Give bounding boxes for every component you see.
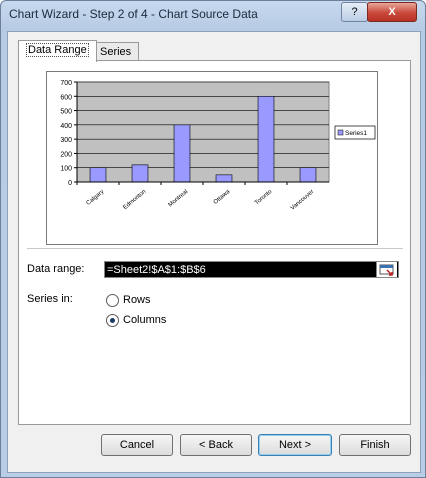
data-range-label: Data range:	[27, 263, 85, 275]
separator	[27, 248, 403, 249]
chart-svg: 0 100 200 300 400 500 600 700 Calgary Edmonton Mon…	[60, 80, 376, 212]
y-tick-label: 400	[60, 123, 72, 130]
collapse-dialog-button[interactable]	[376, 262, 397, 277]
rows-label[interactable]: Rows	[123, 294, 151, 306]
collapse-dialog-icon	[379, 264, 394, 276]
x-tick-label: Calgary	[86, 189, 106, 207]
tab-series-label: Series	[100, 46, 132, 58]
data-range-panel: 0 100 200 300 400 500 600 700 Calgary Edmonton Mon…	[18, 60, 411, 425]
back-button[interactable]: < Back	[180, 434, 252, 456]
tab-data-range-label: Data Range	[26, 43, 89, 57]
plot-area	[76, 81, 330, 183]
y-tick-label: 300	[60, 137, 72, 144]
bar	[299, 167, 317, 183]
bar	[131, 164, 149, 183]
tab-series[interactable]: Series	[92, 42, 140, 61]
x-tick-label: Edmonton	[122, 189, 147, 211]
columns-label[interactable]: Columns	[123, 314, 166, 326]
y-tick-label: 700	[60, 80, 72, 87]
series-in-label: Series in:	[27, 293, 73, 305]
x-tick-label: Montreal	[168, 189, 190, 209]
close-button[interactable]: X	[367, 2, 417, 22]
tab-data-range[interactable]: Data Range	[18, 40, 97, 62]
legend-label: Series1	[345, 130, 367, 137]
y-tick-label: 100	[60, 166, 72, 173]
y-tick-label: 500	[60, 109, 72, 116]
cancel-button[interactable]: Cancel	[101, 434, 173, 456]
data-range-field[interactable]	[104, 261, 399, 278]
bar	[257, 95, 275, 183]
chart-preview: 0 100 200 300 400 500 600 700 Calgary Edmonton Mon…	[46, 71, 378, 245]
dialog-body: Data Range Series 0 100 200 300 400 500 600 700…	[7, 31, 421, 473]
x-tick-label: Ottawa	[213, 189, 232, 206]
x-tick-label: Vancouver	[290, 189, 315, 212]
bar	[215, 174, 233, 183]
window-title: Chart Wizard - Step 2 of 4 - Chart Sourc…	[9, 7, 258, 21]
y-tick-label: 600	[60, 94, 72, 101]
x-tick-label: Toronto	[254, 189, 274, 207]
y-tick-label: 200	[60, 151, 72, 158]
columns-radio[interactable]	[106, 314, 119, 327]
title-bar: Chart Wizard - Step 2 of 4 - Chart Sourc…	[1, 1, 425, 31]
data-range-input[interactable]	[107, 262, 371, 277]
finish-button[interactable]: Finish	[339, 434, 411, 456]
radio-selected-dot	[110, 318, 115, 323]
bar	[89, 167, 107, 183]
rows-radio[interactable]	[106, 294, 119, 307]
chart-wizard-dialog: Chart Wizard - Step 2 of 4 - Chart Sourc…	[0, 0, 426, 478]
legend-swatch	[337, 129, 344, 136]
bar	[173, 124, 191, 183]
next-button[interactable]: Next >	[258, 434, 332, 456]
help-button[interactable]: ?	[341, 2, 368, 22]
y-tick-label: 0	[68, 180, 72, 187]
